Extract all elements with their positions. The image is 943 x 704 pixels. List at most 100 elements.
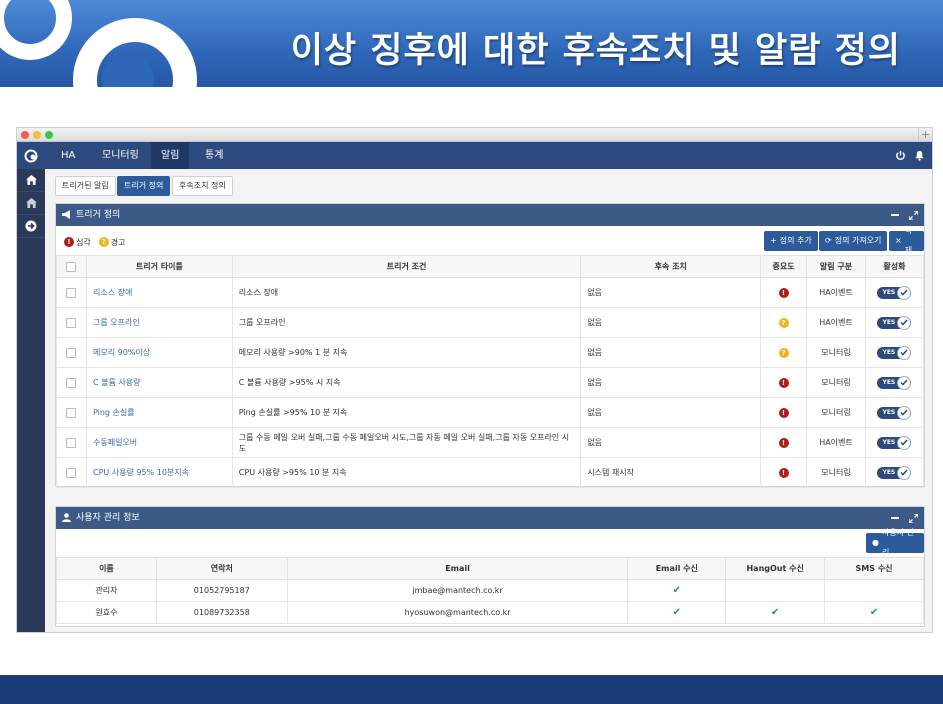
sms-receive-cell [824, 579, 924, 602]
table-row[interactable]: 관리자 01052795187 jmbae@mantech.co.kr ✔ [56, 579, 924, 602]
enabled-toggle[interactable]: YES [877, 465, 912, 480]
sidebar-arrow-right-icon[interactable] [17, 215, 45, 238]
row-checkbox[interactable] [66, 437, 77, 448]
row-checkbox-cell[interactable] [56, 427, 87, 458]
maximize-window-icon[interactable] [45, 131, 53, 139]
table-row[interactable]: CPU 사용량 95% 10분지속 CPU 사용량 >95% 10 분 지속 시스템… [56, 457, 925, 488]
refresh-icon: ⟳ [825, 236, 832, 245]
trigger-title-link[interactable]: 그룹 오프라인 [85, 307, 233, 338]
col-hangout-receive[interactable]: HangOut 수신 [725, 557, 826, 580]
power-icon[interactable] [895, 142, 906, 169]
col-trigger-condition[interactable]: 트리거 조건 [231, 255, 582, 278]
table-row[interactable]: 리소스 장애 리소스 장애 없음! HA이벤트 YES [56, 277, 925, 308]
col-email[interactable]: Email [286, 557, 629, 580]
sidebar-home-icon[interactable] [17, 169, 45, 192]
new-tab-button[interactable]: + [918, 128, 932, 142]
user-phone: 01089732358 [155, 601, 288, 624]
user-icon: ● [872, 538, 879, 547]
enabled-toggle[interactable]: YES [877, 345, 912, 360]
enabled-cell: YES [864, 277, 925, 308]
alert-type: 모니터링 [806, 397, 866, 428]
email-receive-cell: ✔ [627, 579, 727, 602]
trigger-title-link[interactable]: CPU 사용량 95% 10분지속 [85, 457, 233, 488]
row-checkbox-cell[interactable] [56, 277, 87, 308]
select-all-checkbox[interactable] [66, 261, 77, 272]
window-titlebar: + [17, 128, 932, 142]
followup-action: 없음 [580, 277, 762, 308]
row-checkbox-cell[interactable] [56, 307, 87, 338]
user-management-button[interactable]: ● 사용자 관리 [866, 528, 924, 557]
expand-icon[interactable] [909, 513, 918, 523]
trigger-condition: CPU 사용량 >95% 10 분 지속 [231, 457, 582, 488]
trigger-title-link[interactable]: 수동페일오버 [85, 427, 233, 458]
table-row[interactable]: 그룹 오프라인 그룹 오프라인 없음? HA이벤트 YES [56, 307, 925, 338]
slide-banner: 이상 징후에 대한 후속조치 및 알람 정의 [0, 0, 943, 87]
critical-icon: ! [778, 437, 789, 448]
enabled-toggle[interactable]: YES [877, 315, 912, 330]
table-row[interactable]: 수동페일오버 그룹 수동 페일 오버 실패,그룹 수동 페일오버 시도,그룹 자동… [56, 427, 925, 458]
nav-statistics[interactable]: 통계 [195, 142, 233, 169]
expand-icon[interactable] [909, 210, 918, 220]
enabled-toggle[interactable]: YES [877, 375, 912, 390]
followup-action: 없음 [580, 337, 762, 368]
row-checkbox[interactable] [66, 287, 77, 298]
collapse-icon[interactable] [891, 514, 899, 522]
enabled-toggle[interactable]: YES [877, 405, 912, 420]
col-sms-receive[interactable]: SMS 수신 [824, 557, 924, 580]
minimize-window-icon[interactable] [33, 131, 41, 139]
check-icon: ✔ [672, 607, 681, 618]
tab-followup-definition[interactable]: 후속조치 정의 [172, 176, 233, 196]
severity-legend: ! 심각 ? 경고 [64, 236, 125, 248]
sidebar-home-alt-icon[interactable] [17, 192, 45, 215]
table-row[interactable]: 메모리 90%이상 메모리 사용량 >90% 1 분 지속 없음? 모니터링 YES [56, 337, 925, 368]
trigger-title-link[interactable]: C 볼륨 사용량 [85, 367, 233, 398]
col-email-receive[interactable]: Email 수신 [627, 557, 727, 580]
close-window-icon[interactable] [21, 131, 29, 139]
enabled-toggle[interactable]: YES [877, 435, 912, 450]
col-enabled[interactable]: 활성화 [864, 255, 925, 278]
col-alert-type[interactable]: 알림 구분 [806, 255, 866, 278]
select-all-checkbox-cell[interactable] [56, 255, 87, 278]
trigger-panel-header: 트리거 정의 [56, 204, 924, 226]
trigger-title-link[interactable]: Ping 손실률 [85, 397, 233, 428]
nav-monitoring[interactable]: 모니터링 [92, 142, 149, 169]
row-checkbox[interactable] [66, 377, 77, 388]
table-row[interactable]: C 볼륨 사용량 C 볼륨 사용량 >95% 시 지속 없음! 모니터링 YES [56, 367, 925, 398]
add-definition-button[interactable]: + 정의 추가 [764, 231, 818, 251]
table-row[interactable]: 원효수 01089732358 hyosuwon@mantech.co.kr ✔ ✔ ✔ [56, 601, 924, 624]
col-followup-action[interactable]: 후속 조치 [580, 255, 762, 278]
alert-type: 모니터링 [806, 367, 866, 398]
import-definition-button[interactable]: ⟳ 정의 가져오기 [819, 231, 888, 251]
nav-alert[interactable]: 알림 [151, 142, 190, 169]
enabled-toggle[interactable]: YES [877, 285, 912, 300]
nav-ha[interactable]: HA [51, 142, 85, 169]
trigger-condition: 메모리 사용량 >90% 1 분 지속 [231, 337, 582, 368]
table-row[interactable]: Ping 손실률 Ping 손실률 >95% 10 분 지속 없음! 모니터링 YES [56, 397, 925, 428]
tab-triggered-alerts[interactable]: 트리거된 알림 [55, 176, 116, 196]
delete-button[interactable]: × 삭제 [889, 226, 924, 255]
col-severity[interactable]: 중요도 [760, 255, 808, 278]
trigger-title-link[interactable]: 리소스 장애 [85, 277, 233, 308]
enabled-cell: YES [864, 457, 925, 488]
bell-icon[interactable] [914, 142, 925, 169]
user-panel-title: 사용자 관리 정보 [76, 513, 140, 523]
row-checkbox-cell[interactable] [56, 397, 87, 428]
sms-receive-cell: ✔ [824, 601, 924, 624]
times-icon: × [895, 236, 902, 245]
row-checkbox-cell[interactable] [56, 367, 87, 398]
megaphone-icon [62, 210, 70, 219]
row-checkbox-cell[interactable] [56, 337, 87, 368]
trigger-title-link[interactable]: 메모리 90%이상 [85, 337, 233, 368]
row-checkbox[interactable] [66, 467, 77, 478]
row-checkbox[interactable] [66, 407, 77, 418]
col-phone[interactable]: 연락처 [155, 557, 288, 580]
row-checkbox[interactable] [66, 317, 77, 328]
row-checkbox[interactable] [66, 347, 77, 358]
collapse-icon[interactable] [891, 211, 899, 219]
app-logo-icon[interactable] [17, 142, 45, 169]
row-checkbox-cell[interactable] [56, 457, 87, 488]
col-name[interactable]: 이름 [56, 557, 157, 580]
col-trigger-title[interactable]: 트리거 타이틀 [85, 255, 233, 278]
left-sidebar [17, 169, 45, 632]
tab-trigger-definition[interactable]: 트리거 정의 [117, 176, 171, 196]
